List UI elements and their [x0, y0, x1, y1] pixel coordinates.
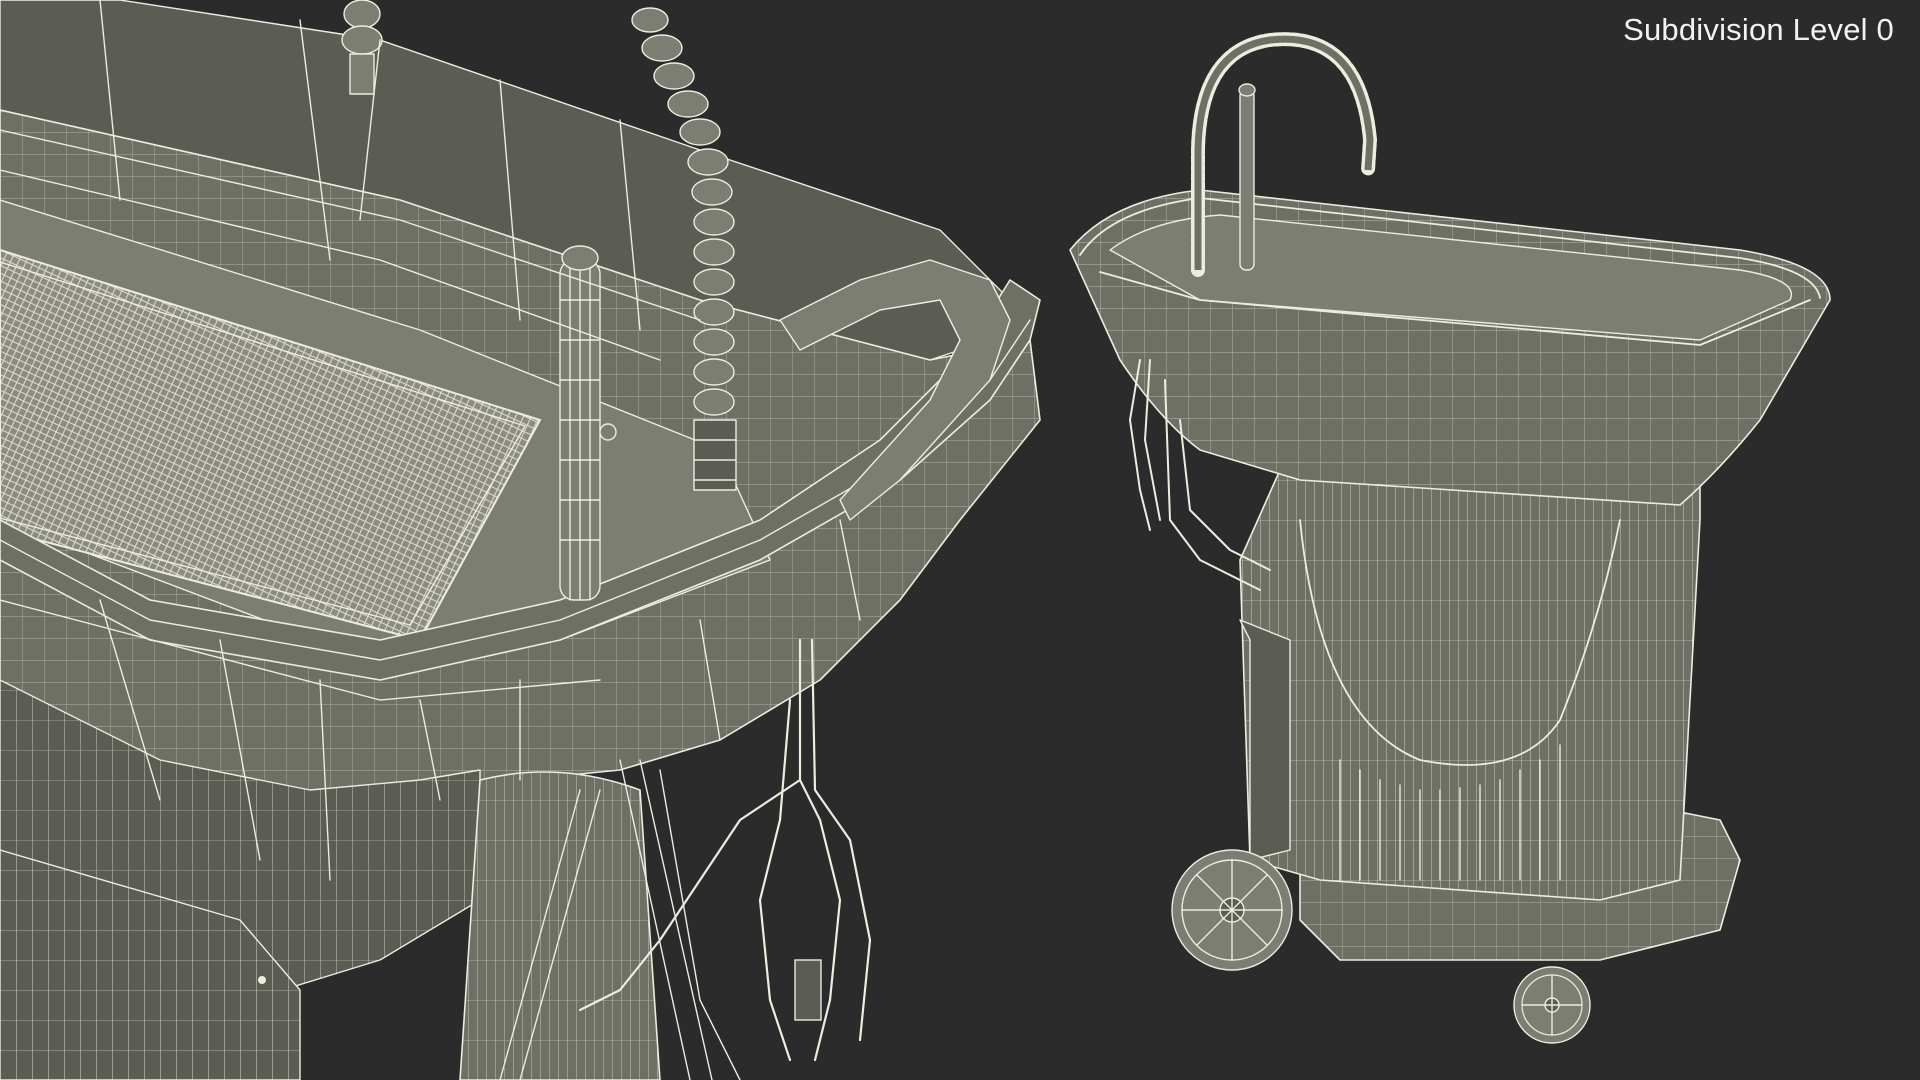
subdivision-level-label: Subdivision Level 0	[1623, 12, 1894, 47]
closeup-tap-valve	[599, 423, 617, 441]
wireframe-render	[0, 0, 1831, 1080]
full-back-wheel	[1513, 966, 1591, 1044]
full-front-wheel	[1171, 849, 1293, 971]
viewport: Subdivision Level 0	[0, 0, 1920, 1080]
full-view	[1069, 32, 1831, 1044]
full-cabinet-wire	[1240, 470, 1700, 900]
closeup-view	[0, 0, 1041, 1080]
closeup-cabinet-knob	[258, 976, 266, 984]
full-tap-cap	[1238, 83, 1256, 97]
full-tap-spout	[1239, 89, 1255, 271]
closeup-drum-wire	[460, 772, 660, 1080]
closeup-hose-clip	[794, 959, 822, 1021]
closeup-tap-cap	[561, 245, 599, 271]
